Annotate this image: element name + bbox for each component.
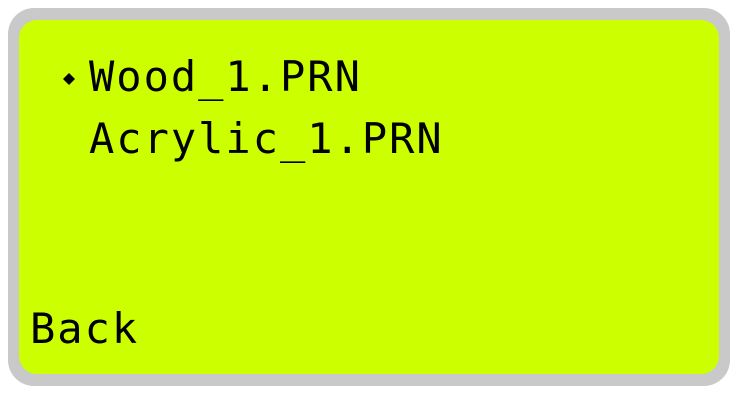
back-menu-item[interactable]: Back <box>30 308 139 350</box>
menu-item-acrylic-file[interactable]: Acrylic_1.PRN <box>89 118 444 160</box>
menu-item-wood-file[interactable]: Wood_1.PRN <box>89 56 362 98</box>
diamond-selector-icon <box>63 73 75 85</box>
